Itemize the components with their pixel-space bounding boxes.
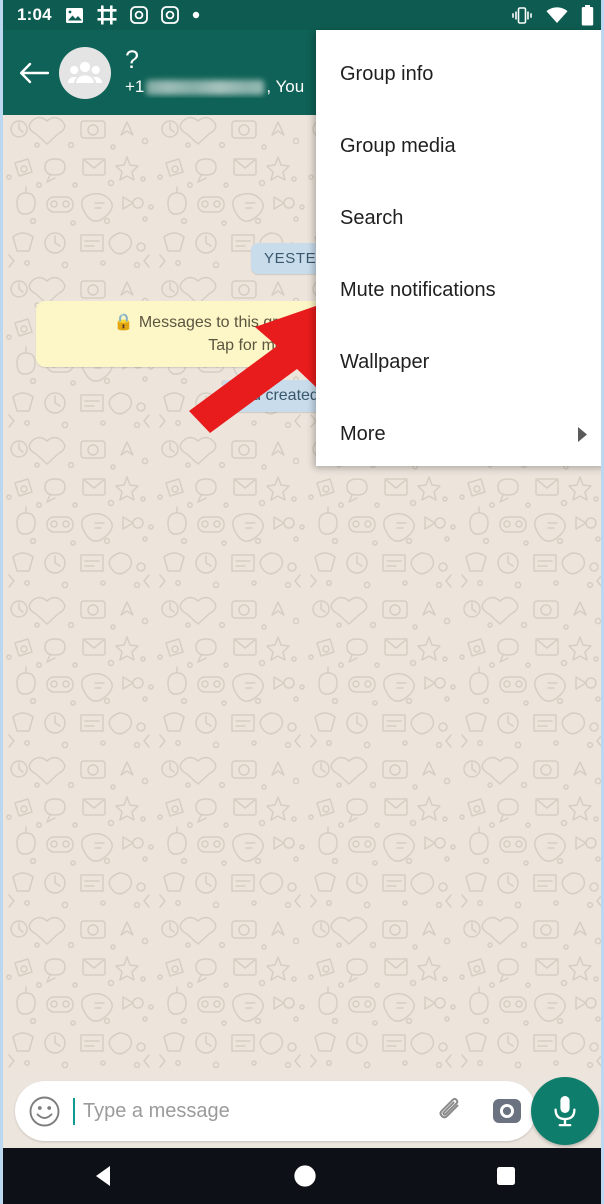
voice-record-button[interactable] xyxy=(531,1077,599,1145)
phone-screenshot: 1:04 ? +1 , You YESTERDAY 🔒 Messages to … xyxy=(0,0,604,1204)
dot-icon xyxy=(192,11,200,19)
paperclip-icon xyxy=(439,1097,459,1119)
group-avatar-icon xyxy=(68,61,102,83)
status-bar: 1:04 xyxy=(3,0,601,30)
android-nav-bar xyxy=(3,1148,601,1204)
square-recents-icon xyxy=(497,1167,516,1185)
slack-icon xyxy=(97,5,117,25)
nav-recents-button[interactable] xyxy=(456,1148,556,1204)
menu-item-search[interactable]: Search xyxy=(316,182,601,254)
message-input-bar: Type a message xyxy=(3,1075,601,1148)
input-pill[interactable]: Type a message xyxy=(15,1081,536,1141)
menu-item-label: Wallpaper xyxy=(340,350,430,373)
status-clock: 1:04 xyxy=(17,5,52,24)
battery-icon xyxy=(581,4,594,26)
menu-item-group-info[interactable]: Group info xyxy=(316,38,601,110)
photo-icon xyxy=(65,7,84,24)
circle-home-icon xyxy=(292,1163,318,1189)
redacted-phone-number xyxy=(146,79,265,95)
menu-item-group-media[interactable]: Group media xyxy=(316,110,601,182)
instagram-icon xyxy=(129,6,148,24)
smiley-icon xyxy=(29,1096,59,1126)
menu-item-label: Search xyxy=(340,206,404,229)
participants-suffix: , You xyxy=(266,77,305,96)
menu-item-label: Group media xyxy=(340,134,456,157)
menu-item-mute-notifications[interactable]: Mute notifications xyxy=(316,254,601,326)
avatar[interactable] xyxy=(59,46,111,99)
group-title: ? xyxy=(125,47,139,74)
group-participants: +1 , You xyxy=(125,76,304,98)
lock-icon: 🔒 xyxy=(113,314,134,331)
nav-back-button[interactable] xyxy=(54,1148,154,1204)
instagram-icon xyxy=(160,6,179,24)
chevron-right-icon xyxy=(576,426,589,443)
camera-button[interactable] xyxy=(478,1096,536,1126)
system-message-chip: You created xyxy=(222,380,331,412)
nav-home-button[interactable] xyxy=(255,1148,355,1204)
vibrate-icon xyxy=(511,6,533,24)
attach-button[interactable] xyxy=(422,1096,478,1126)
participants-prefix: +1 xyxy=(125,77,145,96)
camera-icon xyxy=(493,1099,521,1123)
menu-item-wallpaper[interactable]: Wallpaper xyxy=(316,326,601,398)
triangle-back-icon xyxy=(95,1166,110,1186)
back-button[interactable] xyxy=(11,61,57,85)
menu-item-label: More xyxy=(340,422,386,445)
menu-item-label: Mute notifications xyxy=(340,278,496,301)
menu-item-more[interactable]: More xyxy=(316,398,601,470)
message-input[interactable]: Type a message xyxy=(75,1100,422,1123)
menu-item-label: Group info xyxy=(340,62,434,85)
header-text-block[interactable]: ? +1 , You xyxy=(125,47,304,98)
status-right-icons xyxy=(511,0,594,30)
back-arrow-icon xyxy=(20,62,49,83)
microphone-icon xyxy=(554,1096,576,1127)
emoji-button[interactable] xyxy=(15,1096,73,1127)
wifi-icon xyxy=(546,6,568,24)
overflow-menu[interactable]: Group info Group media Search Mute notif… xyxy=(316,30,601,466)
